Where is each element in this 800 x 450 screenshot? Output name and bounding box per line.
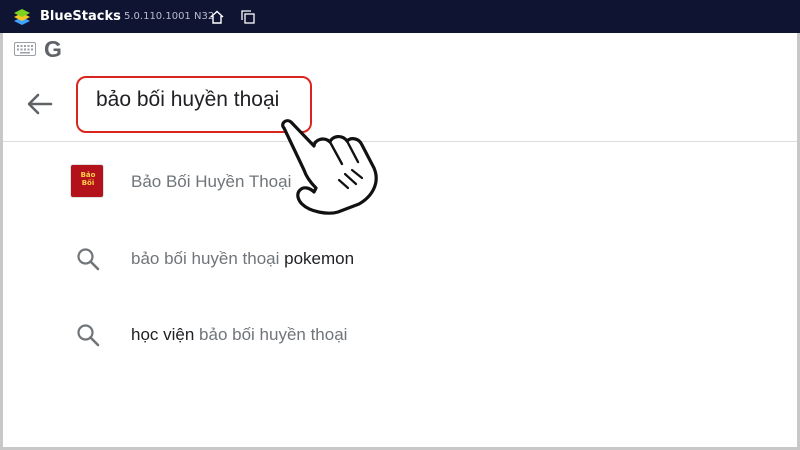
back-arrow-icon[interactable] <box>24 88 56 120</box>
app-name: BlueStacks <box>40 9 121 24</box>
search-input[interactable]: bảo bối huyền thoại <box>96 88 279 112</box>
suggestion-query-2[interactable] <box>3 305 797 365</box>
multi-instance-icon[interactable] <box>240 9 256 25</box>
suggestion-app[interactable] <box>3 151 797 211</box>
suggestion-query-2-label: học viện bảo bối huyền thoại <box>131 325 348 344</box>
home-icon[interactable] <box>209 9 225 25</box>
app-icon: Bảo Bối <box>70 164 104 198</box>
suggestion-query-1[interactable] <box>3 228 797 288</box>
search-icon <box>77 324 100 347</box>
title-bar: BlueStacks 5.0.110.1001 N32 <box>0 0 800 33</box>
google-logo: G <box>44 36 62 62</box>
pointing-hand-icon <box>281 119 378 215</box>
app-version: 5.0.110.1001 N32 <box>124 11 215 22</box>
bluestacks-logo-icon <box>14 9 30 25</box>
keyboard-icon[interactable] <box>14 42 36 56</box>
suggestion-query-1-label: bảo bối huyền thoại pokemon <box>131 249 355 268</box>
system-strip <box>3 33 797 63</box>
search-icon <box>77 248 100 271</box>
window-frame <box>0 0 800 450</box>
divider <box>3 141 797 142</box>
suggestion-app-label: Bảo Bối Huyền Thoại <box>131 172 292 191</box>
